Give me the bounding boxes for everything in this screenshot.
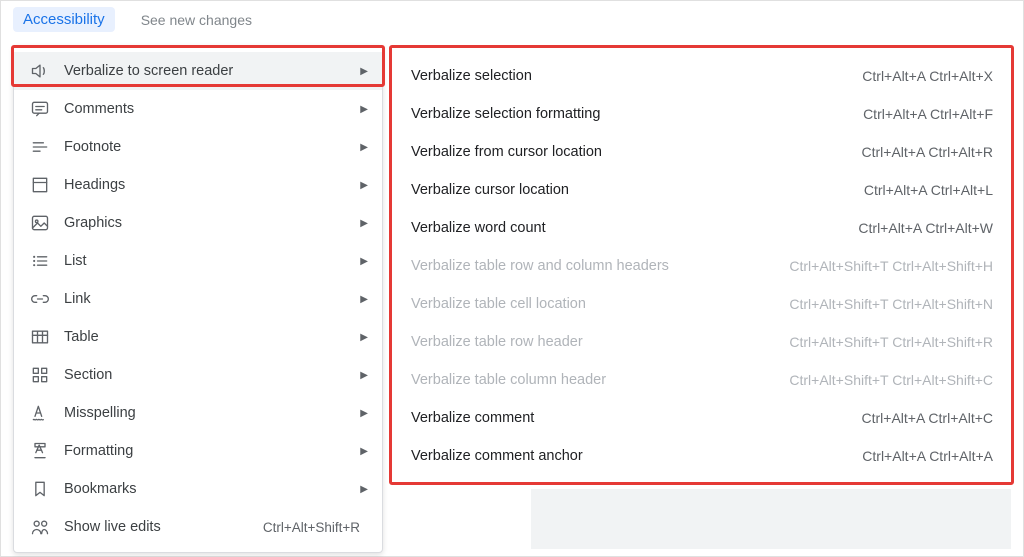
menu-item-shortcut: Ctrl+Alt+Shift+R — [263, 520, 360, 535]
submenu-item-shortcut: Ctrl+Alt+A Ctrl+Alt+F — [863, 106, 993, 122]
submenu-item-shortcut: Ctrl+Alt+Shift+T Ctrl+Alt+Shift+H — [789, 258, 993, 274]
submenu-item-shortcut: Ctrl+Alt+A Ctrl+Alt+X — [862, 68, 993, 84]
submenu-item-label: Verbalize comment anchor — [411, 448, 862, 464]
chevron-right-icon: ▶ — [358, 142, 368, 153]
menu-item-label: Link — [64, 291, 358, 307]
chevron-right-icon: ▶ — [358, 66, 368, 77]
submenu-item-verbalize-comment[interactable]: Verbalize commentCtrl+Alt+A Ctrl+Alt+C — [393, 399, 1011, 437]
menu-item-label: List — [64, 253, 358, 269]
submenu-item-verbalize-comment-anchor[interactable]: Verbalize comment anchorCtrl+Alt+A Ctrl+… — [393, 437, 1011, 475]
menu-item-bookmarks[interactable]: Bookmarks▶ — [14, 470, 382, 508]
submenu-item-verbalize-word-count[interactable]: Verbalize word countCtrl+Alt+A Ctrl+Alt+… — [393, 209, 1011, 247]
menu-item-misspelling[interactable]: Misspelling▶ — [14, 394, 382, 432]
menu-item-label: Formatting — [64, 443, 358, 459]
graphics-icon — [30, 213, 50, 233]
menu-item-show-live-edits[interactable]: Show live editsCtrl+Alt+Shift+R — [14, 508, 382, 546]
submenu-item-verbalize-selection-formatting[interactable]: Verbalize selection formattingCtrl+Alt+A… — [393, 95, 1011, 133]
submenu-item-label: Verbalize table cell location — [411, 296, 789, 312]
top-bar: Accessibility See new changes — [1, 1, 1023, 42]
submenu-item-shortcut: Ctrl+Alt+A Ctrl+Alt+L — [864, 182, 993, 198]
chevron-right-icon: ▶ — [358, 446, 368, 457]
menu-item-footnote[interactable]: Footnote▶ — [14, 128, 382, 166]
menu-item-label: Headings — [64, 177, 358, 193]
menu-item-table[interactable]: Table▶ — [14, 318, 382, 356]
submenu-item-label: Verbalize table row header — [411, 334, 789, 350]
list-icon — [30, 251, 50, 271]
see-new-changes-button[interactable]: See new changes — [133, 8, 260, 32]
menu-item-label: Table — [64, 329, 358, 345]
menu-item-label: Bookmarks — [64, 481, 358, 497]
menu-item-formatting[interactable]: Formatting▶ — [14, 432, 382, 470]
submenu-item-verbalize-cursor-location[interactable]: Verbalize cursor locationCtrl+Alt+A Ctrl… — [393, 171, 1011, 209]
chevron-right-icon: ▶ — [358, 104, 368, 115]
link-icon — [30, 289, 50, 309]
table-icon — [30, 327, 50, 347]
menu-item-label: Show live edits — [64, 519, 263, 535]
menu-item-label: Misspelling — [64, 405, 358, 421]
headings-icon — [30, 175, 50, 195]
submenu-item-shortcut: Ctrl+Alt+Shift+T Ctrl+Alt+Shift+C — [789, 372, 993, 388]
tab-accessibility[interactable]: Accessibility — [13, 7, 115, 32]
submenu-item-label: Verbalize selection — [411, 68, 862, 84]
menu-item-label: Graphics — [64, 215, 358, 231]
chevron-right-icon: ▶ — [358, 370, 368, 381]
menu-item-label: Section — [64, 367, 358, 383]
submenu-item-label: Verbalize word count — [411, 220, 858, 236]
verbalize-submenu: Verbalize selectionCtrl+Alt+A Ctrl+Alt+X… — [393, 51, 1011, 481]
live-edits-icon — [30, 517, 50, 537]
menu-item-verbalize-to-screen-reader[interactable]: Verbalize to screen reader▶ — [14, 52, 382, 90]
submenu-item-verbalize-table-cell-location: Verbalize table cell locationCtrl+Alt+Sh… — [393, 285, 1011, 323]
formatting-icon — [30, 441, 50, 461]
submenu-item-shortcut: Ctrl+Alt+A Ctrl+Alt+A — [862, 448, 993, 464]
comments-icon — [30, 99, 50, 119]
submenu-item-verbalize-table-column-header: Verbalize table column headerCtrl+Alt+Sh… — [393, 361, 1011, 399]
misspelling-icon — [30, 403, 50, 423]
menu-item-headings[interactable]: Headings▶ — [14, 166, 382, 204]
chevron-right-icon: ▶ — [358, 294, 368, 305]
bookmarks-icon — [30, 479, 50, 499]
submenu-item-label: Verbalize comment — [411, 410, 862, 426]
submenu-item-label: Verbalize from cursor location — [411, 144, 862, 160]
chevron-right-icon: ▶ — [358, 484, 368, 495]
chevron-right-icon: ▶ — [358, 408, 368, 419]
submenu-item-shortcut: Ctrl+Alt+Shift+T Ctrl+Alt+Shift+R — [789, 334, 993, 350]
submenu-item-shortcut: Ctrl+Alt+A Ctrl+Alt+R — [862, 144, 994, 160]
speaker-icon — [30, 61, 50, 81]
menu-item-label: Verbalize to screen reader — [64, 63, 358, 79]
submenu-item-shortcut: Ctrl+Alt+Shift+T Ctrl+Alt+Shift+N — [789, 296, 993, 312]
submenu-item-shortcut: Ctrl+Alt+A Ctrl+Alt+C — [862, 410, 994, 426]
menu-item-section[interactable]: Section▶ — [14, 356, 382, 394]
chevron-right-icon: ▶ — [358, 218, 368, 229]
submenu-item-label: Verbalize cursor location — [411, 182, 864, 198]
submenu-item-label: Verbalize table row and column headers — [411, 258, 789, 274]
menu-item-list[interactable]: List▶ — [14, 242, 382, 280]
submenu-item-label: Verbalize selection formatting — [411, 106, 863, 122]
submenu-item-verbalize-table-row-header: Verbalize table row headerCtrl+Alt+Shift… — [393, 323, 1011, 361]
chevron-right-icon: ▶ — [358, 256, 368, 267]
menu-item-comments[interactable]: Comments▶ — [14, 90, 382, 128]
submenu-item-shortcut: Ctrl+Alt+A Ctrl+Alt+W — [858, 220, 993, 236]
submenu-item-label: Verbalize table column header — [411, 372, 789, 388]
menu-item-graphics[interactable]: Graphics▶ — [14, 204, 382, 242]
submenu-item-verbalize-from-cursor-location[interactable]: Verbalize from cursor locationCtrl+Alt+A… — [393, 133, 1011, 171]
chevron-right-icon: ▶ — [358, 180, 368, 191]
section-icon — [30, 365, 50, 385]
menu-item-label: Comments — [64, 101, 358, 117]
submenu-item-verbalize-table-row-and-column-headers: Verbalize table row and column headersCt… — [393, 247, 1011, 285]
menu-item-label: Footnote — [64, 139, 358, 155]
chevron-right-icon: ▶ — [358, 332, 368, 343]
menu-item-link[interactable]: Link▶ — [14, 280, 382, 318]
submenu-item-verbalize-selection[interactable]: Verbalize selectionCtrl+Alt+A Ctrl+Alt+X — [393, 57, 1011, 95]
background-patch — [531, 489, 1011, 549]
footnote-icon — [30, 137, 50, 157]
accessibility-menu: Verbalize to screen reader▶Comments▶Foot… — [13, 45, 383, 553]
